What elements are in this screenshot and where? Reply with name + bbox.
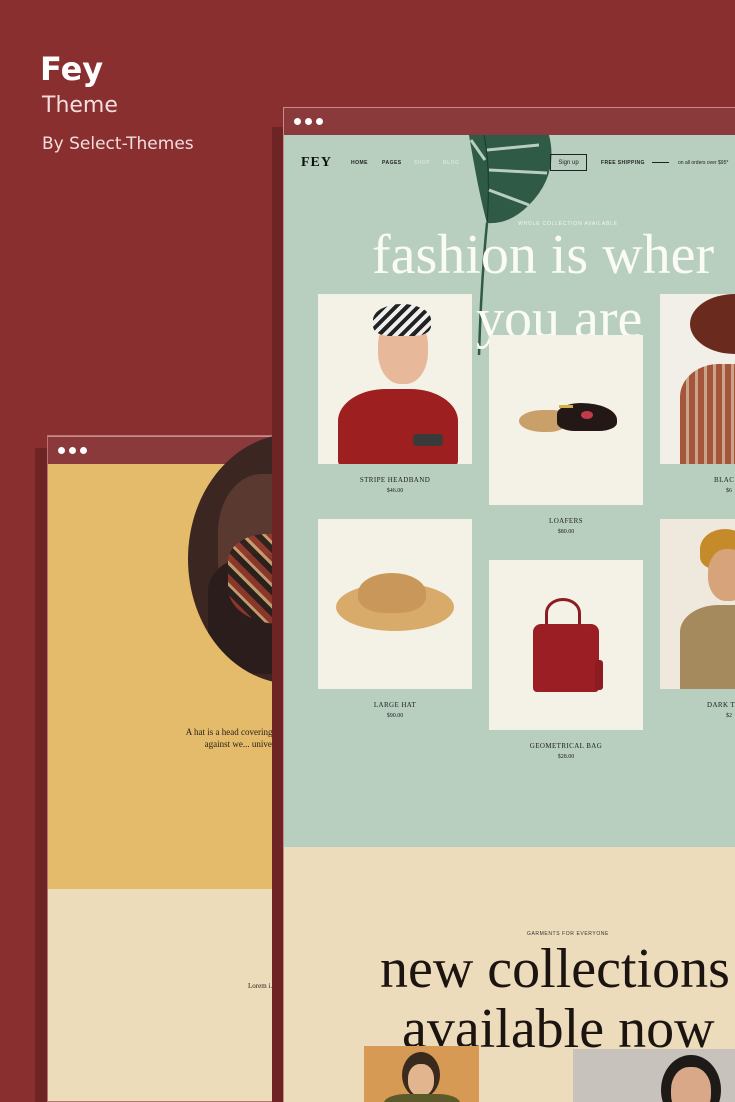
product-price: $90.00 [386, 713, 404, 719]
window-dot-icon [58, 447, 65, 454]
product-price: $2 [726, 713, 732, 719]
hero-headline-line1: fashion is wher [372, 224, 715, 286]
signup-button[interactable]: Sign up [550, 154, 587, 171]
product-image-partial-1[interactable] [660, 294, 735, 464]
hero-section: FEY HOME PAGES SHOP BLOG Sign up FREE SH… [284, 135, 735, 847]
collection-image-1[interactable] [364, 1046, 479, 1102]
front-browser-window: FEY HOME PAGES SHOP BLOG Sign up FREE SH… [283, 107, 735, 1102]
window-dot-icon [80, 447, 87, 454]
product-image-loafers[interactable] [489, 335, 643, 505]
product-name[interactable]: DARK T [660, 701, 735, 709]
window-dot-icon [316, 118, 323, 125]
back-lower-section [48, 889, 306, 1101]
collections-section: GARMENTS FOR EVERYONE new collections av… [284, 847, 735, 1102]
product-name[interactable]: LARGE HAT [318, 701, 472, 709]
product-name[interactable]: GEOMETRICAL BAG [489, 742, 643, 750]
brand-subtitle: Theme [42, 93, 118, 118]
window-dot-icon [69, 447, 76, 454]
product-price: $46.00 [386, 488, 404, 494]
nav-blog[interactable]: BLOG [443, 160, 459, 166]
collection-image-2[interactable] [573, 1049, 735, 1102]
product-name[interactable]: STRIPE HEADBAND [318, 476, 472, 484]
collections-headline-line1: new collections [380, 938, 730, 1000]
front-window-titlebar [284, 107, 735, 135]
window-dot-icon [294, 118, 301, 125]
back-hero-section: A hat is a head covering ... protection … [48, 436, 306, 889]
nav-home[interactable]: HOME [351, 160, 368, 166]
product-image-stripe-headband[interactable] [318, 294, 472, 464]
nav-pages[interactable]: PAGES [382, 160, 402, 166]
product-price: $80.00 [557, 529, 575, 535]
shipping-note: on all orders over $95* [678, 160, 729, 166]
product-name[interactable]: BLAC [660, 476, 735, 484]
brand-title: Fey [40, 50, 104, 88]
brand-author: By Select-Themes [42, 134, 194, 154]
product-image-geometrical-bag[interactable] [489, 560, 643, 730]
window-dot-icon [305, 118, 312, 125]
product-name[interactable]: LOAFERS [489, 517, 643, 525]
site-logo[interactable]: FEY [301, 155, 332, 171]
back-browser-window: A hat is a head covering ... protection … [47, 435, 307, 1102]
divider [652, 162, 669, 163]
product-price: $28.00 [557, 754, 575, 760]
product-image-large-hat[interactable] [318, 519, 472, 689]
nav-shop[interactable]: SHOP [414, 160, 430, 166]
free-shipping-label: FREE SHIPPING [601, 160, 645, 166]
product-image-partial-2[interactable] [660, 519, 735, 689]
product-price: $6 [726, 488, 732, 494]
